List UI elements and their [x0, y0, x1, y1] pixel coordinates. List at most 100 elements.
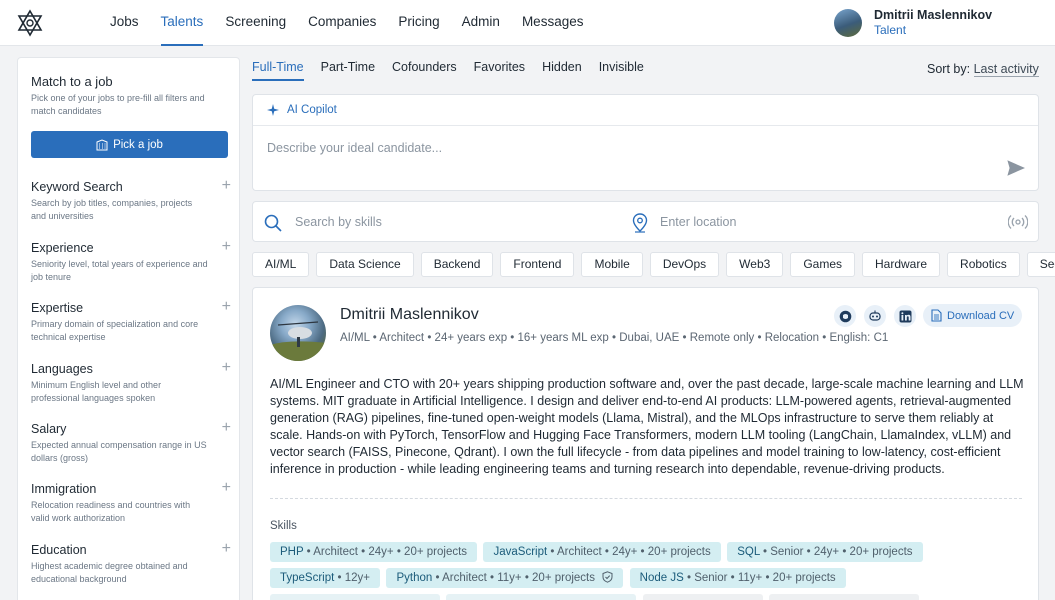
nav-screening[interactable]: Screening — [225, 0, 286, 46]
skills-label: Skills — [270, 520, 297, 532]
filter-desc: Seniority level, total years of experien… — [31, 259, 208, 282]
document-icon — [931, 309, 942, 322]
expand-plus-icon[interactable]: + — [222, 178, 231, 194]
filter-title: Education — [31, 543, 87, 557]
filter-title: Salary — [31, 422, 67, 436]
chip-mobile[interactable]: Mobile — [581, 252, 643, 277]
skill-tag: Python • Architect • 11y+ • 20+ projects — [386, 568, 624, 588]
candidate-name[interactable]: Dmitrii Maslennikov — [340, 306, 479, 324]
tab-favorites[interactable]: Favorites — [474, 60, 525, 82]
copilot-title: AI Copilot — [287, 104, 337, 116]
expand-plus-icon[interactable]: + — [222, 360, 231, 376]
filter-expertise[interactable]: Expertise Primary domain of specializati… — [31, 299, 231, 343]
nav-messages[interactable]: Messages — [522, 0, 584, 46]
download-cv-button[interactable]: Download CV — [923, 304, 1023, 327]
tab-hidden[interactable]: Hidden — [542, 60, 582, 82]
chip-web3[interactable]: Web3 — [726, 252, 784, 277]
ai-copilot-card: AI Copilot Describe your ideal candidate… — [252, 94, 1039, 191]
download-cv-label: Download CV — [947, 309, 1015, 322]
user-menu[interactable]: Dmitrii Maslennikov Talent — [834, 8, 992, 38]
filter-education[interactable]: Education Highest academic degree obtain… — [31, 541, 231, 585]
helicopter-photo-icon — [270, 321, 326, 361]
divider — [270, 498, 1022, 499]
filters-panel: Match to a job Pick one of your jobs to … — [17, 57, 240, 600]
skills-list: PHP • Architect • 24y+ • 20+ projects Ja… — [270, 542, 1030, 600]
sort-dropdown[interactable]: Last activity — [973, 62, 1039, 77]
linkedin-icon[interactable] — [894, 305, 916, 327]
candidate-avatar — [270, 305, 326, 361]
user-avatar[interactable] — [834, 9, 862, 37]
expand-plus-icon[interactable]: + — [222, 480, 231, 496]
chip-frontend[interactable]: Frontend — [500, 252, 575, 277]
skill-tag-partial — [769, 594, 920, 600]
filter-desc: Expected annual compensation range in US… — [31, 440, 207, 463]
chip-hardware[interactable]: Hardware — [862, 252, 941, 277]
filter-desc: Primary domain of specialization and cor… — [31, 319, 199, 342]
candidate-meta: AI/ML • Architect • 24+ years exp • 16+ … — [340, 332, 889, 344]
top-navigation-bar: Jobs Talents Screening Companies Pricing… — [0, 0, 1055, 46]
pick-job-label: Pick a job — [113, 138, 163, 151]
chip-data-science[interactable]: Data Science — [316, 252, 414, 277]
filter-title: Languages — [31, 362, 93, 376]
sparkle-icon — [267, 104, 279, 116]
nav-jobs[interactable]: Jobs — [110, 0, 139, 46]
skill-tag-partial — [642, 594, 763, 600]
expand-plus-icon[interactable]: + — [222, 541, 231, 557]
nav-companies[interactable]: Companies — [308, 0, 376, 46]
pick-job-button[interactable]: Pick a job — [31, 131, 228, 158]
candidate-card[interactable]: Dmitrii Maslennikov AI/ML • Architect • … — [252, 287, 1039, 600]
nav-pricing[interactable]: Pricing — [398, 0, 439, 46]
tab-cofounders[interactable]: Cofounders — [392, 60, 457, 82]
tab-part-time[interactable]: Part-Time — [321, 60, 375, 82]
send-icon[interactable] — [1007, 159, 1025, 177]
chip-ai-ml[interactable]: AI/ML — [252, 252, 310, 277]
search-icon — [264, 214, 282, 232]
filter-experience[interactable]: Experience Seniority level, total years … — [31, 239, 231, 283]
chip-devops[interactable]: DevOps — [649, 252, 720, 277]
candidate-bio: AI/ML Engineer and CTO with 20+ years sh… — [270, 377, 1024, 476]
filter-title: Immigration — [31, 482, 97, 496]
filter-title: Keyword Search — [31, 180, 123, 194]
skill-tag: JavaScript • Architect • 24y+ • 20+ proj… — [483, 542, 721, 562]
expand-plus-icon[interactable]: + — [222, 299, 231, 315]
sort-control: Sort by: Last activity — [927, 62, 1039, 77]
search-bar: Search by skills Enter location — [252, 201, 1039, 242]
chip-games[interactable]: Games — [790, 252, 855, 277]
filter-desc: Search by job titles, companies, project… — [31, 198, 193, 221]
filter-desc: Minimum English level and other professi… — [31, 380, 162, 403]
skill-tag: Node JS • Senior • 11y+ • 20+ projects — [629, 568, 846, 588]
user-role: Talent — [874, 23, 907, 37]
github-icon[interactable] — [834, 305, 856, 327]
category-chips: AI/ML Data Science Backend Frontend Mobile De… — [252, 252, 1055, 278]
broadcast-radius-icon[interactable] — [1008, 214, 1028, 230]
location-input[interactable]: Enter location — [660, 215, 736, 229]
skills-search-input[interactable]: Search by skills — [295, 215, 382, 229]
copilot-header: AI Copilot — [253, 95, 1038, 126]
sort-label: Sort by: — [927, 62, 971, 76]
skill-tag-partial — [270, 594, 440, 600]
nav-talents[interactable]: Talents — [160, 0, 203, 46]
nav-admin[interactable]: Admin — [462, 0, 500, 46]
chip-security[interactable]: Security — [1026, 252, 1055, 277]
tab-full-time[interactable]: Full-Time — [252, 60, 304, 82]
chip-backend[interactable]: Backend — [420, 252, 494, 277]
skill-tag: TypeScript • 12y+ — [270, 568, 381, 588]
filter-title: Expertise — [31, 301, 84, 315]
main-nav: Jobs Talents Screening Companies Pricing… — [110, 0, 605, 46]
location-pin-icon — [632, 213, 648, 233]
building-icon — [96, 138, 108, 150]
chip-robotics[interactable]: Robotics — [947, 252, 1020, 277]
filter-immigration[interactable]: Immigration Relocation readiness and cou… — [31, 480, 231, 524]
verified-shield-icon — [602, 571, 613, 583]
filter-desc: Relocation readiness and countries with … — [31, 500, 191, 523]
filter-languages[interactable]: Languages Minimum English level and othe… — [31, 360, 231, 404]
robot-icon[interactable] — [864, 305, 886, 327]
skill-tag: SQL • Senior • 24y+ • 20+ projects — [727, 542, 923, 562]
copilot-prompt-input[interactable]: Describe your ideal candidate... — [267, 141, 442, 155]
tab-invisible[interactable]: Invisible — [599, 60, 644, 82]
expand-plus-icon[interactable]: + — [222, 239, 231, 255]
star-of-david-logo-icon[interactable] — [16, 9, 44, 37]
filter-salary[interactable]: Salary Expected annual compensation rang… — [31, 420, 231, 464]
filter-keyword-search[interactable]: Keyword Search Search by job titles, com… — [31, 178, 231, 222]
expand-plus-icon[interactable]: + — [222, 420, 231, 436]
